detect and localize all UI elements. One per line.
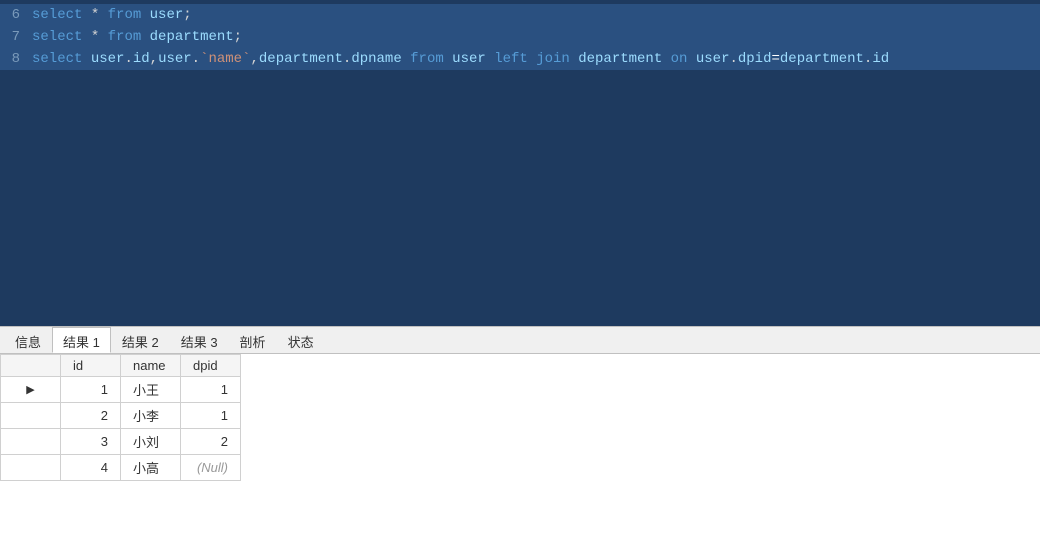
token-plain (486, 51, 494, 67)
cell-dpid: (Null) (181, 455, 241, 481)
token-tb: dpname (351, 51, 401, 67)
line-number: 6 (0, 4, 32, 26)
code-editor[interactable]: 6select * from user;7select * from depar… (0, 0, 1040, 326)
token-kw: from (410, 51, 444, 67)
token-punc: , (150, 51, 158, 67)
row-indicator (1, 455, 61, 481)
code-line-7: 7select * from department; (0, 26, 1040, 48)
token-kw: join (536, 51, 570, 67)
cell-name: 小刘 (121, 429, 181, 455)
token-punc: ; (183, 7, 191, 23)
token-kw: left (494, 51, 528, 67)
token-plain (402, 51, 410, 67)
results-table: idnamedpid▶1小王12小李13小刘24小高(Null) (0, 354, 241, 481)
row-indicator: ▶ (1, 377, 61, 403)
line-content: select * from user; (32, 4, 1040, 26)
token-punc: . (124, 51, 132, 67)
token-tb: user (150, 7, 184, 23)
token-tb: id (133, 51, 150, 67)
table-row[interactable]: 2小李1 (1, 403, 241, 429)
token-plain: * (82, 29, 107, 45)
tab-剖析[interactable]: 剖析 (229, 329, 277, 353)
line-content: select * from department; (32, 26, 1040, 48)
token-kw: on (671, 51, 688, 67)
token-tb: user (696, 51, 730, 67)
table-row[interactable]: 4小高(Null) (1, 455, 241, 481)
tab-结果-2[interactable]: 结果 2 (111, 329, 170, 353)
cell-dpid: 2 (181, 429, 241, 455)
tab-结果-1[interactable]: 结果 1 (52, 327, 111, 353)
table-header-indicator (1, 355, 61, 377)
token-plain (687, 51, 695, 67)
tab-状态[interactable]: 状态 (277, 329, 325, 353)
tab-信息[interactable]: 信息 (4, 329, 52, 353)
token-tb: user (158, 51, 192, 67)
cell-id: 2 (61, 403, 121, 429)
token-punc: , (251, 51, 259, 67)
cell-name: 小王 (121, 377, 181, 403)
token-kw: select (32, 7, 82, 23)
token-punc: . (192, 51, 200, 67)
token-kw: select (32, 51, 82, 67)
table-header-dpid: dpid (181, 355, 241, 377)
results-area: idnamedpid▶1小王12小李13小刘24小高(Null) (0, 354, 1040, 549)
cell-id: 3 (61, 429, 121, 455)
cell-id: 4 (61, 455, 121, 481)
token-plain (444, 51, 452, 67)
line-number: 8 (0, 48, 32, 70)
token-plain (528, 51, 536, 67)
row-indicator (1, 403, 61, 429)
cell-dpid: 1 (181, 377, 241, 403)
token-bt: `name` (200, 51, 250, 67)
tab-结果-3[interactable]: 结果 3 (170, 329, 229, 353)
token-kw: from (108, 7, 142, 23)
token-tb: user (452, 51, 486, 67)
table-header-id: id (61, 355, 121, 377)
token-plain (141, 29, 149, 45)
table-header-name: name (121, 355, 181, 377)
token-plain (570, 51, 578, 67)
token-tb: department (780, 51, 864, 67)
token-tb: department (150, 29, 234, 45)
cell-dpid: 1 (181, 403, 241, 429)
table-row[interactable]: ▶1小王1 (1, 377, 241, 403)
table-row[interactable]: 3小刘2 (1, 429, 241, 455)
token-punc: . (729, 51, 737, 67)
token-kw: select (32, 29, 82, 45)
token-tb: dpid (738, 51, 772, 67)
cell-name: 小高 (121, 455, 181, 481)
cell-id: 1 (61, 377, 121, 403)
code-line-8: 8select user.id,user.`name`,department.d… (0, 48, 1040, 70)
row-indicator (1, 429, 61, 455)
cell-name: 小李 (121, 403, 181, 429)
token-tb: user (91, 51, 125, 67)
token-tb: id (872, 51, 889, 67)
line-content: select user.id,user.`name`,department.dp… (32, 48, 1040, 70)
token-kw: from (108, 29, 142, 45)
code-line-6: 6select * from user; (0, 4, 1040, 26)
token-plain (141, 7, 149, 23)
token-tb: department (578, 51, 662, 67)
token-punc: ; (234, 29, 242, 45)
token-plain (662, 51, 670, 67)
token-tb: department (259, 51, 343, 67)
token-op: = (771, 51, 779, 67)
token-plain: * (82, 7, 107, 23)
tabs-bar: 信息结果 1结果 2结果 3剖析状态 (0, 326, 1040, 354)
token-plain (82, 51, 90, 67)
line-number: 7 (0, 26, 32, 48)
